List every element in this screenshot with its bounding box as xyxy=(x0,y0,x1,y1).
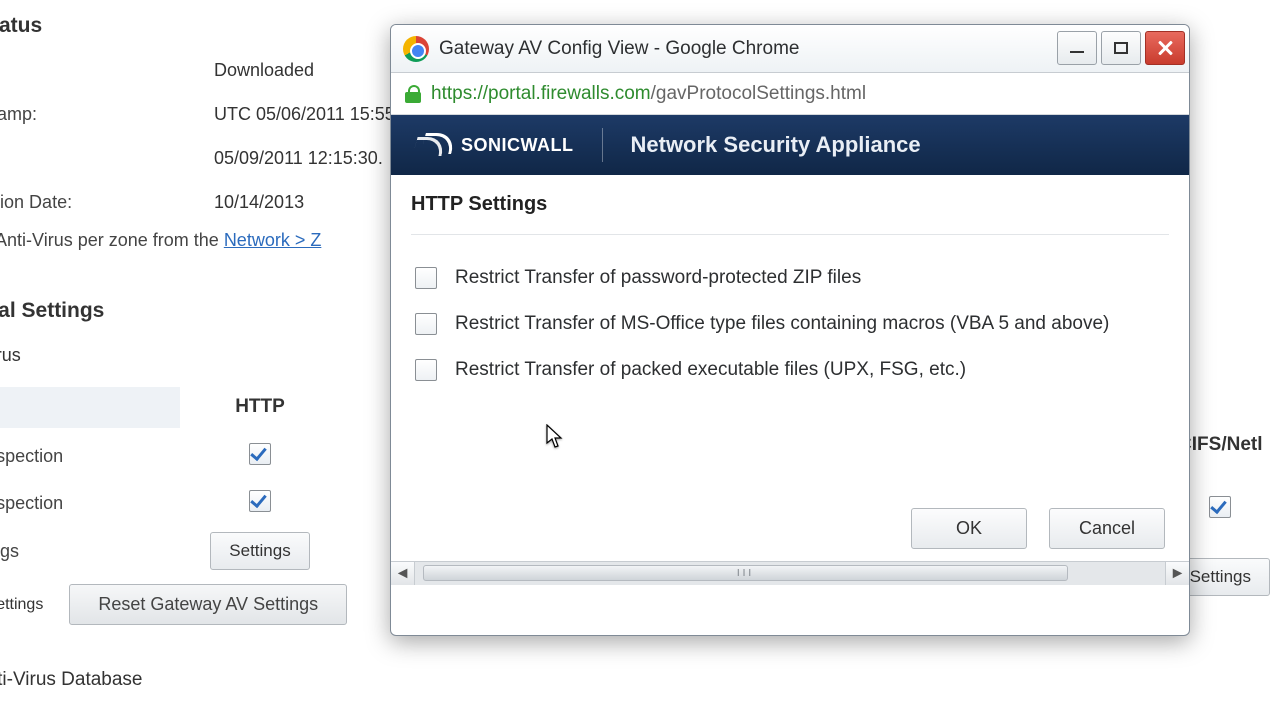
option-macros-label: Restrict Transfer of MS-Office type file… xyxy=(455,313,1109,335)
cifs-header: CIFS/Netl xyxy=(1178,434,1262,456)
option-zip: Restrict Transfer of password-protected … xyxy=(411,255,1169,301)
brand-subtitle: Network Security Appliance xyxy=(631,132,921,158)
http-settings-heading: HTTP Settings xyxy=(411,193,1169,235)
url-rest: /gavProtocolSettings.html xyxy=(651,83,866,104)
option-packed-label: Restrict Transfer of packed executable f… xyxy=(455,359,966,381)
chrome-icon xyxy=(403,36,429,62)
checkbox-packed[interactable] xyxy=(415,359,437,381)
outbound-http-checkbox[interactable] xyxy=(249,490,271,512)
av-settings-label: eway AV Settings xyxy=(0,596,43,614)
brand-text: SONICWALL xyxy=(461,135,574,156)
option-zip-label: Restrict Transfer of password-protected … xyxy=(455,267,861,289)
window-buttons xyxy=(1057,31,1185,65)
brand-divider xyxy=(602,128,603,162)
protocols-header: otocols xyxy=(0,387,180,428)
inbound-http-checkbox[interactable] xyxy=(249,443,271,465)
scroll-track[interactable]: III xyxy=(415,562,1165,585)
col-settings-label: col Settings xyxy=(0,533,180,570)
label-expire: us Expiration Date: xyxy=(0,192,214,213)
sonicwall-logo: SONICWALL xyxy=(415,133,574,157)
value-download: Downloaded xyxy=(214,60,314,81)
scroll-left-button[interactable]: ◄ xyxy=(391,562,415,585)
inbound-label: bound Inspection xyxy=(0,438,180,475)
cifs-checkbox[interactable] xyxy=(1209,496,1231,518)
horizontal-scrollbar[interactable]: ◄ III ► xyxy=(391,561,1189,585)
ok-button[interactable]: OK xyxy=(911,508,1027,549)
minimize-icon xyxy=(1070,51,1084,53)
cancel-button[interactable]: Cancel xyxy=(1049,508,1165,549)
scroll-right-button[interactable]: ► xyxy=(1165,562,1189,585)
close-button[interactable] xyxy=(1145,31,1185,65)
brand-bar: SONICWALL Network Security Appliance xyxy=(391,115,1189,175)
titlebar[interactable]: Gateway AV Config View - Google Chrome xyxy=(391,25,1189,73)
reset-gateway-av-button[interactable]: Reset Gateway AV Settings xyxy=(69,584,347,625)
minimize-button[interactable] xyxy=(1057,31,1097,65)
network-zones-link[interactable]: Network > Z xyxy=(224,230,322,250)
lock-icon xyxy=(405,85,421,103)
close-icon xyxy=(1157,40,1173,56)
option-packed: Restrict Transfer of packed executable f… xyxy=(411,347,1169,393)
maximize-icon xyxy=(1114,42,1128,54)
http-column-header: HTTP xyxy=(180,386,340,428)
window-title: Gateway AV Config View - Google Chrome xyxy=(439,38,799,60)
maximize-button[interactable] xyxy=(1101,31,1141,65)
note-prefix: Gateway Anti-Virus per zone from the xyxy=(0,230,224,250)
value-ts: UTC 05/06/2011 15:55 xyxy=(214,104,395,125)
chrome-popup-window: Gateway AV Config View - Google Chrome h… xyxy=(390,24,1190,636)
thumb-grip: III xyxy=(737,568,754,579)
address-bar[interactable]: https://portal.firewalls.com/gavProtocol… xyxy=(391,73,1189,115)
outbound-label: bound Inspection xyxy=(0,485,180,522)
checkbox-macros[interactable] xyxy=(415,313,437,335)
label-ts: se Timestamp: xyxy=(0,104,214,125)
value-expire: 10/14/2013 xyxy=(214,192,304,213)
scroll-thumb[interactable]: III xyxy=(423,565,1068,581)
url-secure: https://portal.firewalls.com xyxy=(431,83,651,104)
checkbox-zip[interactable] xyxy=(415,267,437,289)
dialog-content: HTTP Settings Restrict Transfer of passw… xyxy=(391,175,1189,561)
url-text: https://portal.firewalls.com/gavProtocol… xyxy=(431,83,866,105)
label-download: se: xyxy=(0,60,214,81)
http-settings-button[interactable]: Settings xyxy=(210,532,309,570)
dialog-button-row: OK Cancel xyxy=(911,508,1165,549)
swoosh-icon xyxy=(415,133,455,157)
value-lastchecked: 05/09/2011 12:15:30. xyxy=(214,148,383,169)
option-macros: Restrict Transfer of MS-Office type file… xyxy=(411,301,1169,347)
